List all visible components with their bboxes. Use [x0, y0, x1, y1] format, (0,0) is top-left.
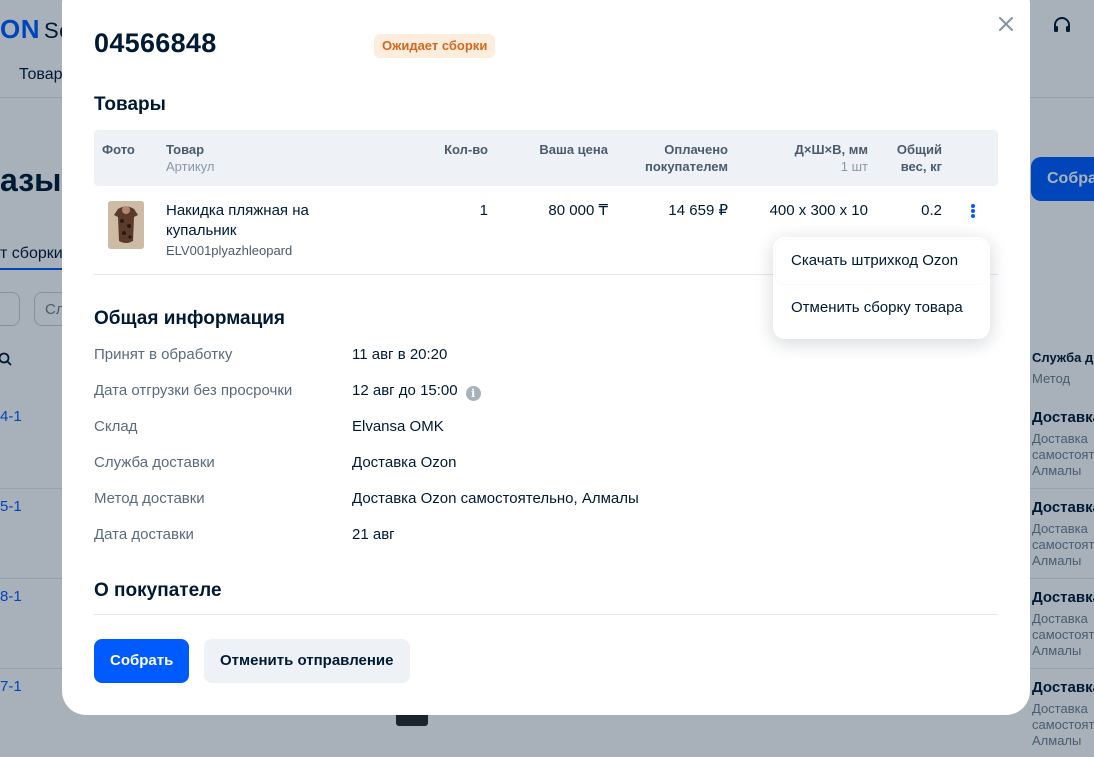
footer-divider [94, 614, 998, 615]
col-total-weight: Общий вес, кг [896, 142, 942, 174]
info-label-accepted: Принят в обработку [94, 346, 233, 363]
product-dimensions: 400 x 300 x 10 [769, 202, 868, 219]
menu-item-cancel-assembly[interactable]: Отменить сборку товара [773, 287, 990, 331]
col-paid-by-buyer: Оплачено покупателем [645, 142, 728, 174]
buyer-section-title: О покупателе [94, 580, 222, 601]
product-qty: 1 [479, 202, 488, 219]
col-article: Артикул [166, 159, 215, 174]
order-number: 04566848 [94, 28, 217, 58]
info-label-warehouse: Склад [94, 418, 138, 435]
status-badge: Ожидает сборки [374, 34, 496, 58]
info-value-delivery-service: Доставка Ozon [352, 454, 457, 471]
info-value-warehouse: Elvansa OMK [352, 418, 444, 435]
info-label-delivery-method: Метод доставки [94, 490, 205, 507]
product-article: ELV001plyazhleopard [166, 243, 293, 258]
product-paid: 14 659 ₽ [668, 202, 728, 219]
col-qty: Кол-во [444, 142, 488, 157]
col-dimensions: Д×Ш×В, мм 1 шт [794, 142, 868, 174]
product-your-price: 80 000 ₸ [548, 202, 608, 219]
info-label-delivery-service: Служба доставки [94, 454, 215, 471]
collect-button[interactable]: Собрать [94, 639, 190, 683]
menu-item-download-barcode[interactable]: Скачать штрихкод Ozon [776, 240, 987, 284]
info-value-delivery-date: 21 авг [352, 526, 395, 543]
info-label-ship-date: Дата отгрузки без просрочки [94, 382, 293, 399]
info-value-accepted: 11 авг в 20:20 [352, 346, 448, 363]
product-weight: 0.2 [921, 202, 942, 219]
info-value-delivery-method: Доставка Ozon самостоятельно, Алмалы [352, 490, 639, 507]
info-label-delivery-date: Дата доставки [94, 526, 194, 543]
cancel-shipment-button[interactable]: Отменить отправление [204, 639, 410, 683]
row-actions-menu: Скачать штрихкод Ozon Отменить сборку то… [773, 237, 990, 339]
products-table-header: Фото Товар Артикул Кол-во Ваша цена Опла… [94, 130, 998, 186]
products-section-title: Товары [94, 94, 166, 115]
col-your-price: Ваша цена [539, 142, 608, 157]
general-info-title: Общая информация [94, 308, 286, 329]
close-icon[interactable] [994, 12, 1018, 36]
product-name[interactable]: Накидка пляжная на купальник ELV001plyaz… [166, 201, 366, 261]
order-modal: 04566848 Ожидает сборки Товары Фото Това… [62, 0, 1030, 715]
info-value-ship-date: 12 авг до 15:00 i [352, 382, 481, 401]
col-product: Товар Артикул [166, 142, 215, 174]
col-photo: Фото [102, 142, 135, 157]
product-photo[interactable] [108, 201, 144, 249]
info-icon[interactable]: i [465, 386, 481, 401]
kebab-menu-icon[interactable] [960, 191, 986, 231]
